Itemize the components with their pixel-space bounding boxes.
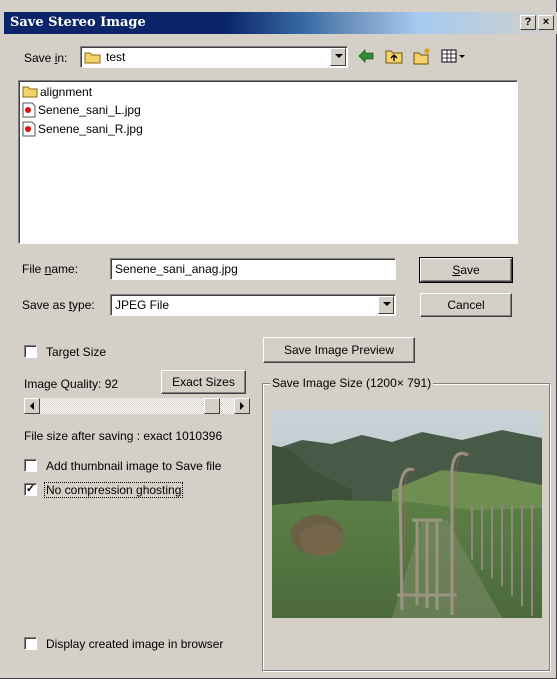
save-as-type-value: JPEG File	[115, 298, 170, 312]
display-in-browser-label: Display created image in browser	[46, 637, 224, 651]
save-in-combobox[interactable]: test	[80, 46, 348, 68]
list-item[interactable]: Senene_sani_R.jpg	[22, 121, 143, 137]
display-in-browser-checkbox[interactable]	[24, 637, 37, 650]
arrow-left-icon	[30, 402, 34, 410]
save-in-label: Save in:	[24, 51, 68, 65]
folder-icon	[84, 52, 101, 64]
cancel-button[interactable]: Cancel	[420, 293, 512, 317]
no-compression-ghosting-checkbox[interactable]: ✓	[24, 483, 37, 496]
file-name-value: Senene_sani_anag.jpg	[115, 262, 238, 276]
scroll-right-button[interactable]	[234, 398, 250, 414]
file-name-label: File name:	[22, 262, 79, 276]
file-name: Senene_sani_R.jpg	[38, 122, 143, 136]
image-file-icon	[22, 102, 36, 118]
chevron-down-icon[interactable]	[378, 296, 394, 314]
help-button[interactable]: ?	[520, 15, 536, 30]
up-folder-icon[interactable]	[384, 46, 404, 66]
window-title: Save Stereo Image	[10, 15, 146, 30]
file-name: Senene_sani_L.jpg	[38, 103, 141, 117]
no-compression-ghosting-label: No compression ghosting	[44, 482, 184, 498]
arrow-right-icon	[240, 402, 244, 410]
image-quality-label: Image Quality: 92	[24, 377, 119, 391]
exact-sizes-button[interactable]: Exact Sizes	[161, 370, 246, 394]
title-bar[interactable]: Save Stereo Image ? ×	[4, 12, 557, 34]
file-list[interactable]: alignment Senene_sani_L.jpg Senene_sani_…	[18, 80, 518, 244]
add-thumbnail-checkbox[interactable]	[24, 459, 37, 472]
save-as-type-select[interactable]: JPEG File	[110, 294, 396, 316]
save-button[interactable]: Save	[419, 257, 513, 283]
file-name: alignment	[40, 84, 93, 99]
slider-thumb[interactable]	[203, 398, 220, 414]
image-quality-slider[interactable]	[24, 398, 250, 414]
preview-image	[272, 410, 542, 618]
folder-icon	[22, 86, 38, 98]
target-size-checkbox[interactable]	[24, 345, 37, 358]
view-menu-icon[interactable]	[440, 46, 468, 66]
list-item[interactable]: alignment	[22, 84, 92, 100]
save-image-preview-button[interactable]: Save Image Preview	[263, 337, 415, 363]
file-size-text: File size after saving : exact 1010396	[24, 429, 223, 443]
save-in-value: test	[106, 50, 126, 64]
close-button[interactable]: ×	[538, 15, 554, 30]
save-as-type-label: Save as type:	[22, 298, 95, 312]
back-arrow-icon[interactable]	[356, 46, 376, 66]
target-size-label: Target Size	[46, 345, 107, 359]
chevron-down-icon[interactable]	[330, 48, 346, 66]
image-size-group-title: Save Image Size (1200× 791)	[270, 376, 434, 390]
image-quality-value: 92	[104, 377, 119, 391]
add-thumbnail-label: Add thumbnail image to Save file	[46, 459, 222, 473]
image-file-icon	[22, 121, 36, 137]
file-name-input[interactable]: Senene_sani_anag.jpg	[110, 258, 396, 280]
scroll-left-button[interactable]	[24, 398, 40, 414]
list-item[interactable]: Senene_sani_L.jpg	[22, 102, 141, 118]
save-stereo-image-dialog: Save Stereo Image ? × Save in: test alig…	[0, 0, 557, 679]
new-folder-icon[interactable]	[412, 46, 432, 66]
